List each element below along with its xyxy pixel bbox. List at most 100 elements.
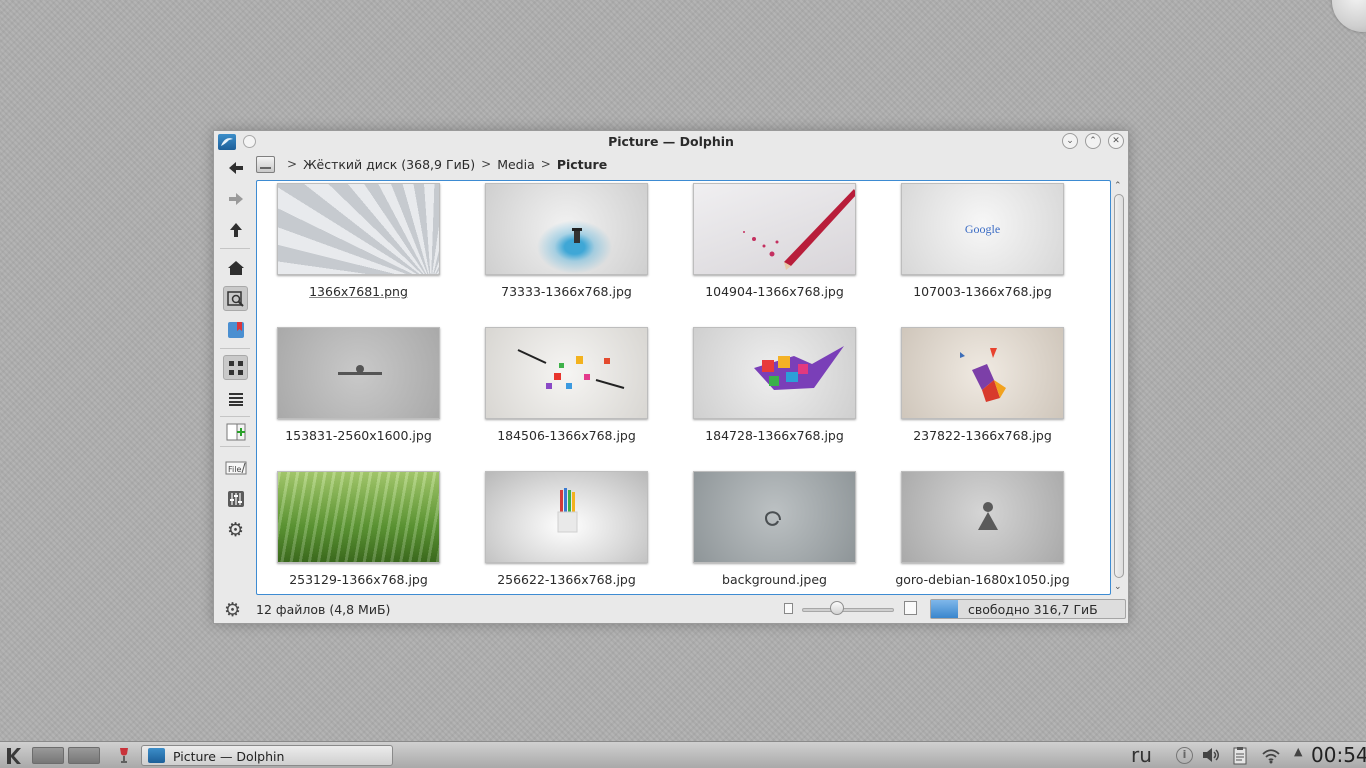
chevron-right-icon[interactable]: > [541,157,551,171]
places-button[interactable] [223,317,248,342]
menu-gear-icon[interactable]: ⚙ [224,599,241,621]
bookmark-icon [227,321,244,338]
file-name[interactable]: 1366x7681.png [309,284,408,299]
status-summary: 12 файлов (4,8 МиБ) [256,602,391,617]
file-name[interactable]: 73333-1366x768.jpg [501,284,632,299]
scrollbar-handle[interactable] [1114,194,1124,578]
file-item[interactable]: 184728-1366x768.jpg [693,327,856,471]
details-view-button[interactable] [223,386,248,411]
hard-drive-icon[interactable] [256,155,275,173]
zoom-slider[interactable] [802,608,894,612]
back-button[interactable] [223,155,248,180]
thumbnail-origami[interactable] [901,327,1064,419]
rename-button[interactable]: File [223,455,248,480]
thumbnail-pencil-cup[interactable] [485,471,648,563]
info-icon[interactable]: i [1176,747,1193,764]
preview-toggle-button[interactable] [223,286,248,311]
file-item[interactable]: goro-debian-1680x1050.jpg [895,471,1070,594]
scroll-down-icon[interactable]: ⌄ [1114,582,1122,592]
file-name[interactable]: 256622-1366x768.jpg [497,572,636,587]
volume-icon[interactable] [1201,746,1221,767]
thumbnail-hydrant[interactable] [485,183,648,275]
clipboard-icon[interactable] [1232,746,1248,768]
keyboard-layout[interactable]: ru [1131,743,1152,767]
dolphin-window: Picture — Dolphin ⌄ ⌃ ✕ > Жёсткий диск (… [213,130,1129,624]
thumbnail-grass[interactable] [277,471,440,563]
application-launcher-icon[interactable] [4,746,24,766]
file-item[interactable]: 104904-1366x768.jpg [693,183,856,327]
up-button[interactable] [223,217,248,242]
zoom-in-icon[interactable] [904,601,917,615]
file-item[interactable]: 73333-1366x768.jpg [485,183,648,327]
rename-icon: File [225,461,246,474]
file-item[interactable]: 153831-2560x1600.jpg [277,327,440,471]
close-button[interactable]: ✕ [1108,133,1124,149]
tray-expand-icon[interactable]: ▲ [1294,745,1302,758]
file-name[interactable]: 184728-1366x768.jpg [705,428,844,443]
file-item[interactable]: 184506-1366x768.jpg [485,327,648,471]
gear-icon: ⚙ [226,518,245,541]
taskbar: Picture — Dolphin ru i ▲ 00:54 [0,741,1366,768]
desktop-widget-orb[interactable] [1332,0,1366,32]
svg-text:File: File [228,465,241,474]
wifi-icon[interactable] [1261,747,1281,767]
forward-button[interactable] [223,186,248,211]
vertical-scrollbar[interactable]: ⌃ ⌄ [1113,180,1125,595]
desktop-pager-1[interactable] [32,747,64,764]
thumbnail-grey-logo[interactable] [277,327,440,419]
google-logo-text: Google [964,221,1001,236]
free-space-bar [931,600,959,618]
free-space-indicator[interactable]: свободно 316,7 ГиБ [930,599,1126,619]
settings-button[interactable]: ⚙ [223,517,248,542]
thumbnail-splash-colors[interactable] [485,327,648,419]
file-item[interactable]: Google 107003-1366x768.jpg [901,183,1064,327]
breadcrumb-current[interactable]: Picture [557,157,607,172]
breadcrumb-drive[interactable]: Жёсткий диск (368,9 ГиБ) [303,157,475,172]
thumbnail-pencil[interactable] [693,183,856,275]
breadcrumb-media[interactable]: Media [497,157,535,172]
thumbnail-google[interactable]: Google [901,183,1064,275]
home-icon [227,260,244,275]
taskbar-item-dolphin[interactable]: Picture — Dolphin [141,745,393,766]
file-view[interactable]: 1366x7681.png 73333-1366x768.jpg 104904-… [256,180,1111,595]
maximize-button[interactable]: ⌃ [1085,133,1101,149]
file-name[interactable]: 184506-1366x768.jpg [497,428,636,443]
thumbnail-colorful-shapes[interactable] [693,327,856,419]
file-name[interactable]: background.jpeg [722,572,827,587]
file-name[interactable]: 104904-1366x768.jpg [705,284,844,299]
grid-icon [228,360,243,375]
thumbnail-goro-debian[interactable] [901,471,1064,563]
status-bar: ⚙ 12 файлов (4,8 МиБ) свободно 316,7 ГиБ [214,595,1128,623]
title-bar[interactable]: Picture — Dolphin ⌄ ⌃ ✕ [214,131,1128,153]
file-name[interactable]: 237822-1366x768.jpg [913,428,1052,443]
zoom-out-icon[interactable] [784,603,793,614]
preview-icon [226,290,244,307]
thumbnail-rays[interactable] [277,183,440,275]
file-name[interactable]: 253129-1366x768.jpg [289,572,428,587]
arrow-up-icon [229,222,242,237]
split-view-button[interactable] [223,419,248,444]
chevron-right-icon[interactable]: > [481,157,491,171]
window-title: Picture — Dolphin [608,134,734,149]
taskbar-item-label: Picture — Dolphin [173,749,285,764]
scroll-up-icon[interactable]: ⌃ [1114,181,1122,191]
chevron-right-icon[interactable]: > [287,157,297,171]
file-item[interactable]: 256622-1366x768.jpg [485,471,648,594]
minimize-button[interactable]: ⌄ [1062,133,1078,149]
file-item[interactable]: 1366x7681.png [277,183,440,327]
file-name[interactable]: 153831-2560x1600.jpg [285,428,432,443]
file-name[interactable]: goro-debian-1680x1050.jpg [895,572,1069,587]
icons-view-button[interactable] [223,355,248,380]
file-item[interactable]: background.jpeg [693,471,856,594]
thumbnail-debian-swirl[interactable] [693,471,856,563]
file-item[interactable]: 253129-1366x768.jpg [277,471,440,594]
list-icon [228,392,243,406]
wine-glass-icon[interactable] [116,747,132,764]
desktop-pager-2[interactable] [68,747,100,764]
file-item[interactable]: 237822-1366x768.jpg [901,327,1064,471]
home-button[interactable] [223,255,248,280]
clock[interactable]: 00:54 [1311,743,1366,767]
file-name[interactable]: 107003-1366x768.jpg [913,284,1052,299]
zoom-slider-handle[interactable] [830,601,844,615]
adjust-view-button[interactable] [223,486,248,511]
